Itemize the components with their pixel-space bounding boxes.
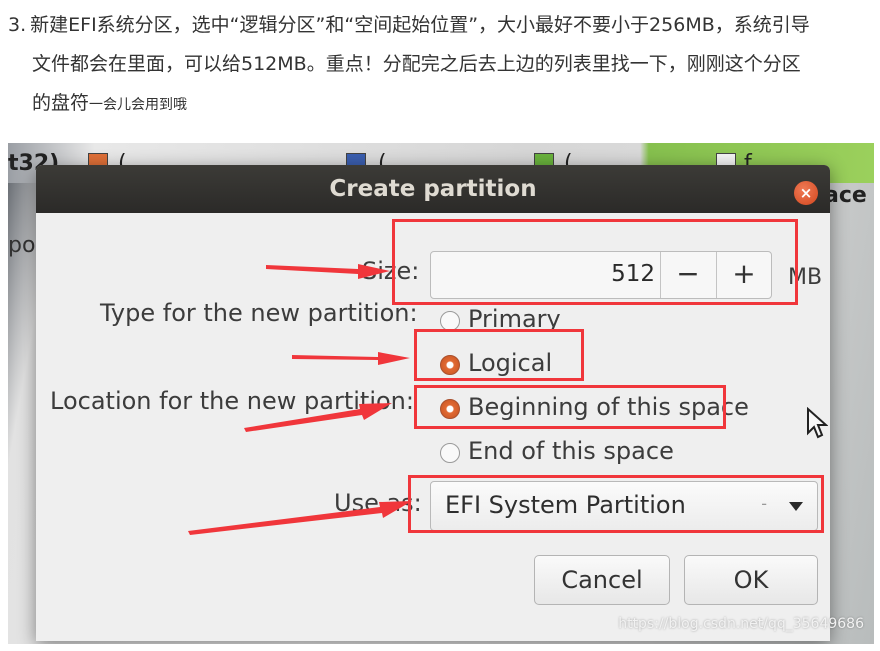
arrow-to-beginning bbox=[244, 403, 392, 432]
step-number: 3. bbox=[8, 14, 27, 36]
watermark: https://blog.csdn.net/qq_35649686 bbox=[618, 616, 864, 632]
article-step: 3. 新建EFI系统分区，选中“逻辑分区”和“空间起始位置”，大小最好不要小于25… bbox=[8, 6, 870, 125]
annotation-arrows bbox=[188, 264, 412, 535]
arrow-to-logical bbox=[292, 352, 410, 365]
step-line-3: 的盘符一会儿会用到哦 bbox=[8, 84, 870, 125]
step-line-1: 新建EFI系统分区，选中“逻辑分区”和“空间起始位置”，大小最好不要小于256M… bbox=[30, 14, 810, 36]
step-line-3-note: 一会儿会用到哦 bbox=[89, 97, 188, 113]
arrow-to-size bbox=[266, 264, 390, 279]
step-line-2: 文件都会在里面，可以给512MB。重点！分配完之后去上边的列表里找一下，刚刚这个… bbox=[32, 53, 801, 75]
arrow-to-use-as bbox=[188, 501, 412, 535]
step-line-3-main: 的盘符 bbox=[32, 92, 90, 114]
screenshot-photo: t32) ( ( ( f ace po Create partition × S… bbox=[8, 143, 874, 644]
